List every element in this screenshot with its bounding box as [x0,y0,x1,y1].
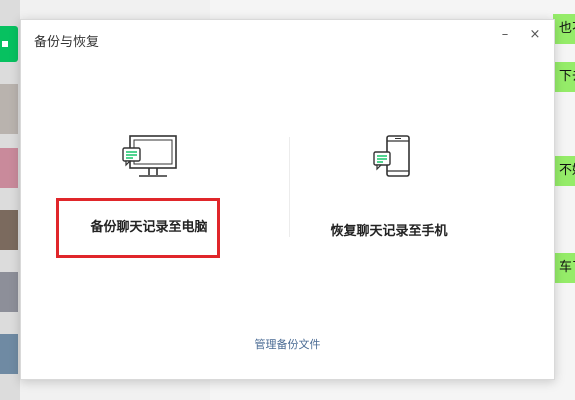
app-sidebar-strip [0,0,20,400]
close-button[interactable]: × [524,24,546,46]
restore-to-phone-option[interactable]: 恢复聊天记录至手机 [264,132,514,262]
avatar[interactable] [0,272,18,312]
backup-to-pc-option[interactable]: 备份聊天记录至电脑 [49,132,249,262]
avatar[interactable] [0,210,18,250]
avatar[interactable] [0,84,18,134]
message-bubble: 也不 [553,14,575,44]
backup-option-label: 备份聊天记录至电脑 [90,220,208,235]
chat-tab-icon[interactable] [0,26,18,62]
computer-chat-icon [122,135,177,177]
avatar[interactable] [0,334,18,374]
backup-restore-dialog: 备份与恢复 – × 备份聊天记录至电脑 恢复聊天记录至手机 管理备份文件 [20,19,555,380]
restore-option-label: 恢复聊天记录至手机 [330,224,448,239]
avatar[interactable] [0,148,18,188]
message-bubble: 下去 [553,62,575,92]
message-bubble: 车了 [553,253,575,283]
message-bubble: 不好 [553,156,575,186]
phone-chat-icon [373,135,410,177]
manage-backup-files-link[interactable]: 管理备份文件 [21,336,554,352]
dialog-title: 备份与恢复 [34,35,100,50]
minimize-button[interactable]: – [494,24,516,46]
